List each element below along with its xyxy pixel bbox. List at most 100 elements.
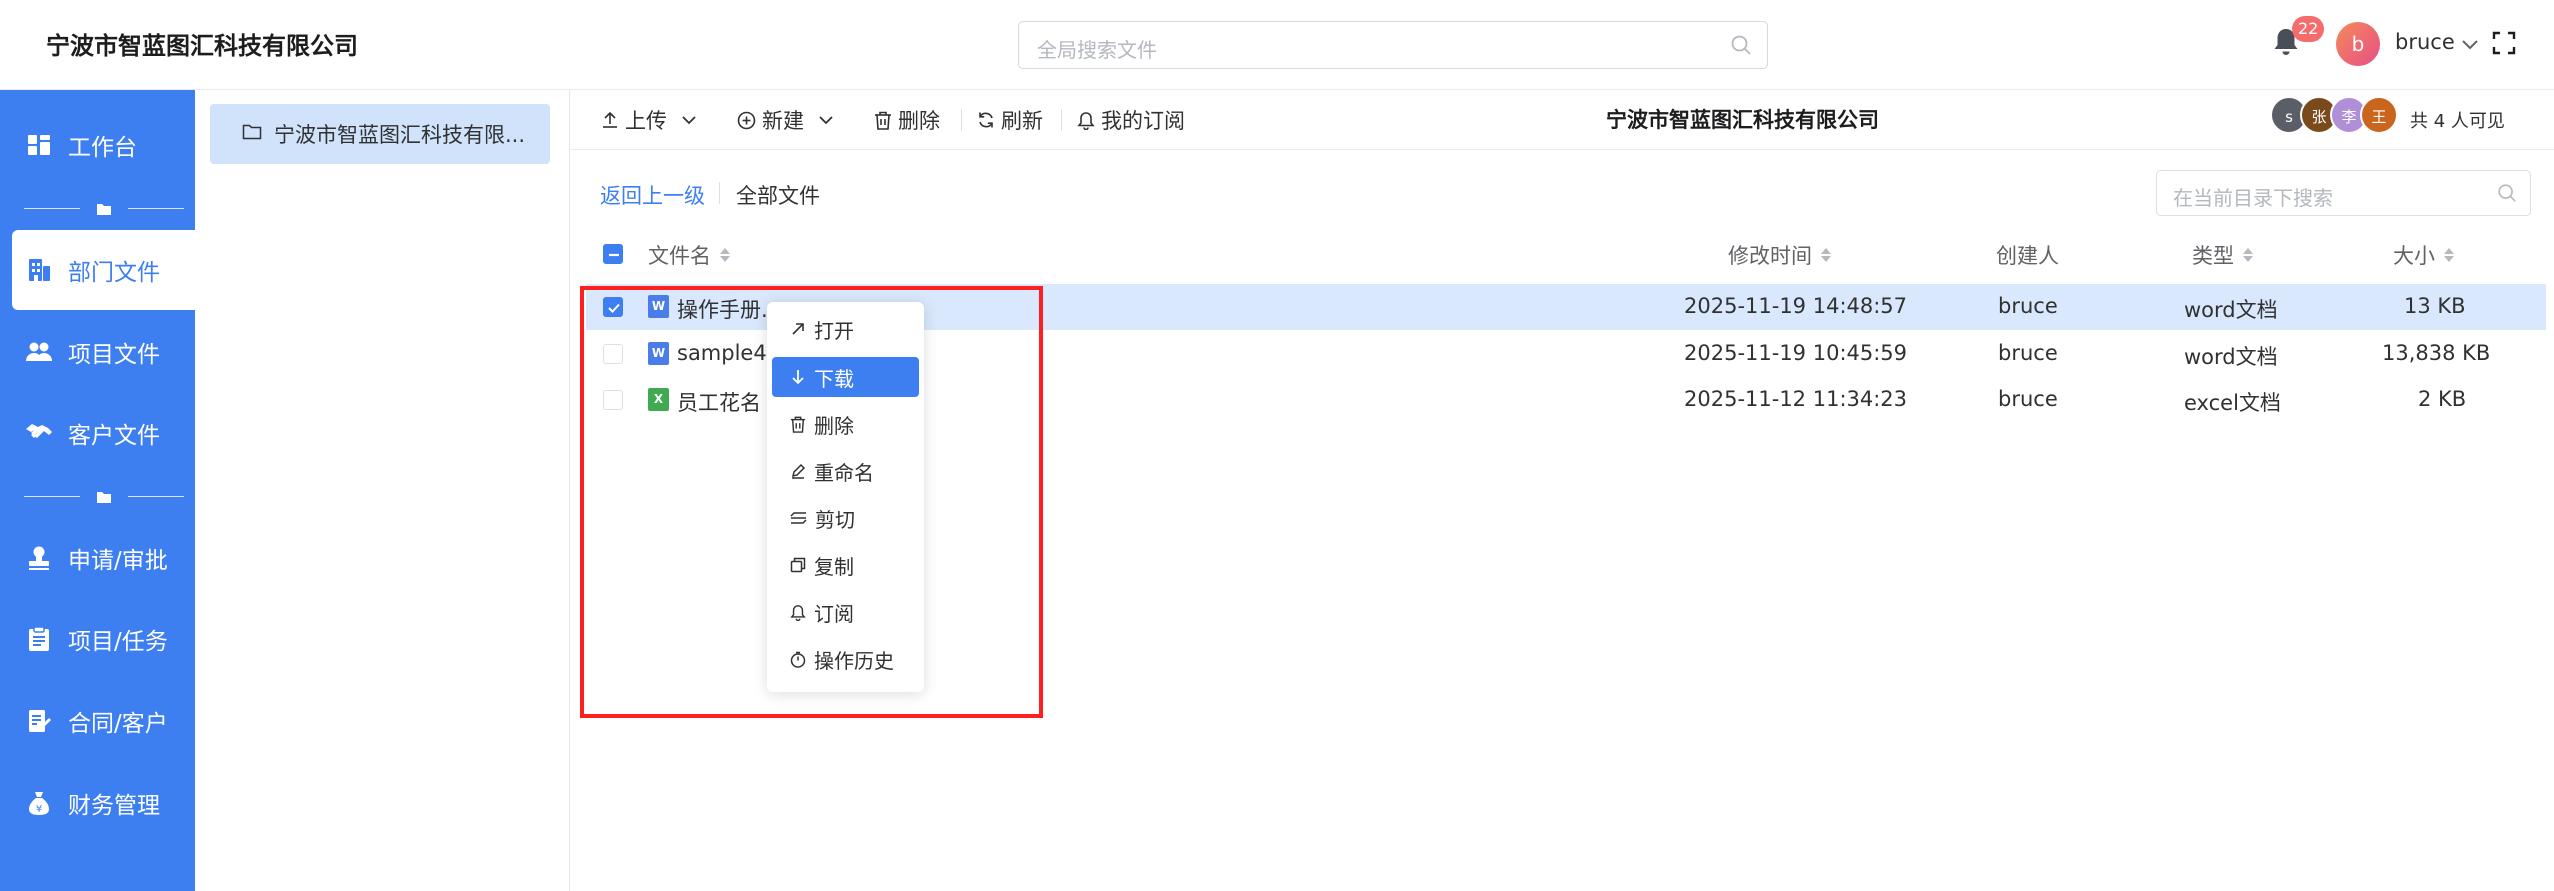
upload-label: 上传 — [625, 109, 667, 133]
file-size: 13 KB — [2404, 294, 2466, 318]
menu-item-download[interactable]: 下载 — [772, 357, 919, 397]
file-type: word文档 — [2184, 345, 2278, 369]
team-icon — [24, 337, 54, 367]
search-icon[interactable] — [2496, 182, 2518, 208]
search-icon[interactable] — [1729, 33, 1753, 61]
file-creator: bruce — [1998, 387, 2058, 411]
pencil-icon — [791, 463, 806, 479]
plus-circle-icon — [737, 111, 756, 129]
menu-item-label: 重命名 — [814, 460, 874, 485]
column-header-type[interactable]: 类型 — [2192, 240, 2254, 270]
my-subscriptions-button[interactable]: 我的订阅 — [1077, 104, 1185, 136]
menu-item-rename[interactable]: 重命名 — [772, 451, 919, 491]
menu-item-cut[interactable]: 剪切 — [772, 498, 919, 538]
file-size: 13,838 KB — [2382, 341, 2491, 365]
sidebar-nav: 工作台 部门文件 项目文件 客户文件 申请/审批 项目/任务 合同/客户 ¥ 财… — [0, 90, 195, 891]
nav-item-workbench[interactable]: 工作台 — [12, 105, 195, 185]
company-name: 宁波市智蓝图汇科技有限公司 — [46, 32, 358, 60]
menu-item-open[interactable]: 打开 — [772, 309, 919, 349]
tree-node-label: 宁波市智蓝图汇科技有限... — [274, 123, 526, 147]
nav-item-applications[interactable]: 申请/审批 — [12, 518, 195, 598]
member-avatars[interactable]: s 张 李 王 — [2270, 96, 2398, 136]
chevron-down-icon[interactable] — [2461, 36, 2479, 55]
file-creator: bruce — [1998, 294, 2058, 318]
chevron-down-icon[interactable] — [681, 115, 697, 125]
column-header-modified[interactable]: 修改时间 — [1728, 240, 1832, 270]
sort-icon[interactable] — [2443, 245, 2455, 265]
folder-icon — [96, 201, 112, 220]
menu-item-history[interactable]: 操作历史 — [772, 639, 919, 679]
file-modified: 2025-11-19 14:48:57 — [1684, 294, 1908, 318]
select-all-checkbox[interactable] — [603, 244, 623, 264]
nav-item-finance[interactable]: ¥ 财务管理 — [12, 763, 195, 843]
column-label: 创建人 — [1996, 244, 2059, 268]
column-header-creator: 创建人 — [1996, 240, 2059, 270]
stamp-icon — [24, 543, 54, 573]
username-label[interactable]: bruce — [2395, 30, 2455, 54]
nav-item-label: 申请/审批 — [68, 548, 168, 574]
nav-item-client-files[interactable]: 客户文件 — [12, 393, 195, 473]
refresh-button[interactable]: 刷新 — [977, 104, 1043, 136]
clipboard-icon — [24, 624, 54, 654]
column-header-size[interactable]: 大小 — [2393, 240, 2455, 270]
contract-icon — [24, 706, 54, 736]
file-toolbar: 上传 新建 删除 刷新 我的订阅 宁波市智蓝图汇科技有限公司 — [571, 90, 2554, 150]
nav-item-label: 工作台 — [68, 135, 137, 161]
nav-item-project-tasks[interactable]: 项目/任务 — [12, 599, 195, 679]
folder-icon — [96, 489, 112, 508]
svg-text:¥: ¥ — [36, 804, 42, 815]
delete-label: 删除 — [898, 109, 940, 133]
file-type: excel文档 — [2184, 391, 2281, 415]
sort-icon[interactable] — [719, 245, 731, 265]
back-to-parent-link[interactable]: 返回上一级 — [600, 180, 705, 210]
column-label: 类型 — [2192, 244, 2234, 268]
tree-node-company[interactable]: 宁波市智蓝图汇科技有限... — [210, 104, 550, 164]
sort-icon[interactable] — [2242, 245, 2254, 265]
nav-divider — [24, 486, 184, 506]
global-search-input[interactable]: 全局搜索文件 — [1018, 21, 1768, 69]
new-label: 新建 — [762, 109, 804, 133]
building-icon — [24, 255, 54, 285]
nav-item-label: 合同/客户 — [68, 711, 168, 737]
open-arrow-icon — [792, 323, 804, 335]
top-header: 宁波市智蓝图汇科技有限公司 全局搜索文件 22 b bruce — [0, 0, 2554, 90]
nav-item-department-files[interactable]: 部门文件 — [12, 230, 195, 310]
trash-icon — [790, 416, 806, 433]
file-creator: bruce — [1998, 341, 2058, 365]
download-icon — [792, 370, 804, 385]
breadcrumb-all-files[interactable]: 全部文件 — [736, 180, 820, 210]
toolbar-separator — [961, 109, 962, 131]
path-separator — [719, 182, 720, 204]
chevron-down-icon[interactable] — [818, 115, 834, 125]
fullscreen-icon[interactable] — [2492, 31, 2516, 59]
upload-icon — [603, 111, 617, 128]
notification-badge: 22 — [2292, 16, 2325, 42]
directory-search-input[interactable]: 在当前目录下搜索 — [2156, 170, 2531, 216]
user-avatar[interactable]: b — [2336, 22, 2380, 66]
dashboard-icon — [24, 130, 54, 160]
new-button[interactable]: 新建 — [737, 104, 840, 136]
upload-button[interactable]: 上传 — [601, 104, 703, 136]
menu-item-label: 复制 — [814, 554, 854, 579]
money-bag-icon: ¥ — [24, 788, 54, 818]
column-header-name[interactable]: 文件名 — [648, 240, 731, 270]
nav-item-contracts[interactable]: 合同/客户 — [12, 681, 195, 761]
menu-item-label: 剪切 — [815, 507, 855, 532]
menu-item-label: 打开 — [814, 318, 854, 343]
column-label: 修改时间 — [1728, 244, 1812, 268]
menu-item-subscribe[interactable]: 订阅 — [772, 592, 919, 632]
refresh-icon — [979, 112, 993, 128]
nav-item-project-files[interactable]: 项目文件 — [12, 312, 195, 392]
folder-outline-icon — [242, 122, 262, 146]
history-icon — [790, 651, 806, 668]
copy-icon — [790, 557, 806, 573]
menu-item-copy[interactable]: 复制 — [772, 545, 919, 585]
bell-outline-icon — [1077, 111, 1095, 130]
member-avatar: 王 — [2360, 96, 2398, 134]
current-folder-title: 宁波市智蓝图汇科技有限公司 — [1606, 108, 1879, 132]
menu-item-delete[interactable]: 删除 — [772, 404, 919, 444]
delete-button[interactable]: 删除 — [874, 104, 940, 136]
menu-item-label: 删除 — [814, 413, 854, 438]
file-modified: 2025-11-19 10:45:59 — [1684, 341, 1908, 365]
sort-icon[interactable] — [1820, 245, 1832, 265]
